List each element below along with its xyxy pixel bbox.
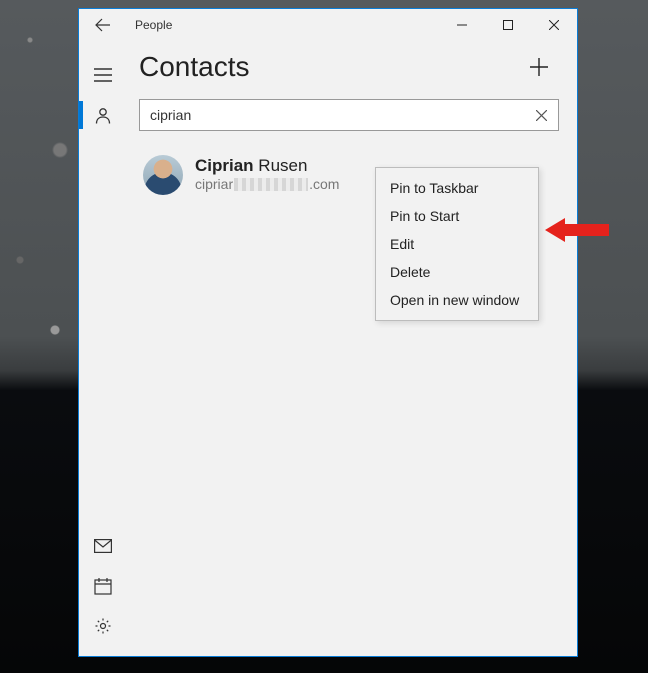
contact-info: Ciprian Rusen cipriar .com (195, 155, 339, 192)
menu-pin-taskbar[interactable]: Pin to Taskbar (376, 174, 538, 202)
sidebar-item-calendar[interactable] (79, 566, 127, 606)
sidebar (79, 41, 127, 656)
contact-name-rest: Rusen (254, 156, 308, 175)
close-button[interactable] (531, 9, 577, 41)
maximize-button[interactable] (485, 9, 531, 41)
add-contact-button[interactable] (519, 47, 559, 87)
calendar-icon (94, 577, 112, 595)
person-icon (94, 106, 112, 124)
menu-pin-start[interactable]: Pin to Start (376, 202, 538, 230)
contact-name: Ciprian Rusen (195, 155, 339, 176)
pixelated-redaction (234, 178, 308, 191)
menu-edit[interactable]: Edit (376, 230, 538, 258)
sidebar-item-settings[interactable] (79, 606, 127, 646)
contact-email: cipriar .com (195, 176, 339, 192)
gear-icon (94, 617, 112, 635)
header-row: Contacts (139, 47, 559, 87)
page-title: Contacts (139, 51, 519, 83)
x-icon (536, 110, 547, 121)
maximize-icon (503, 20, 513, 30)
mail-icon (94, 539, 112, 553)
search-clear-button[interactable] (527, 99, 555, 131)
sidebar-item-mail[interactable] (79, 526, 127, 566)
menu-open-new-window[interactable]: Open in new window (376, 286, 538, 314)
back-button[interactable] (79, 9, 127, 41)
sidebar-item-contacts[interactable] (79, 95, 127, 135)
minimize-icon (457, 20, 467, 30)
email-prefix: cipriar (195, 176, 233, 192)
close-icon (549, 20, 559, 30)
avatar (143, 155, 183, 195)
hamburger-icon (94, 68, 112, 82)
titlebar: People (79, 9, 577, 41)
window-title: People (135, 18, 172, 32)
search-wrap (139, 99, 559, 131)
search-input[interactable] (139, 99, 559, 131)
window-body: Contacts Ciprian Rusen cipri (79, 41, 577, 656)
menu-delete[interactable]: Delete (376, 258, 538, 286)
hamburger-button[interactable] (79, 55, 127, 95)
plus-icon (529, 57, 549, 77)
back-arrow-icon (95, 17, 111, 33)
people-window: People (78, 8, 578, 657)
main-pane: Contacts Ciprian Rusen cipri (127, 41, 577, 656)
contact-name-match: Ciprian (195, 156, 254, 175)
minimize-button[interactable] (439, 9, 485, 41)
email-suffix: .com (309, 176, 339, 192)
context-menu: Pin to Taskbar Pin to Start Edit Delete … (375, 167, 539, 321)
